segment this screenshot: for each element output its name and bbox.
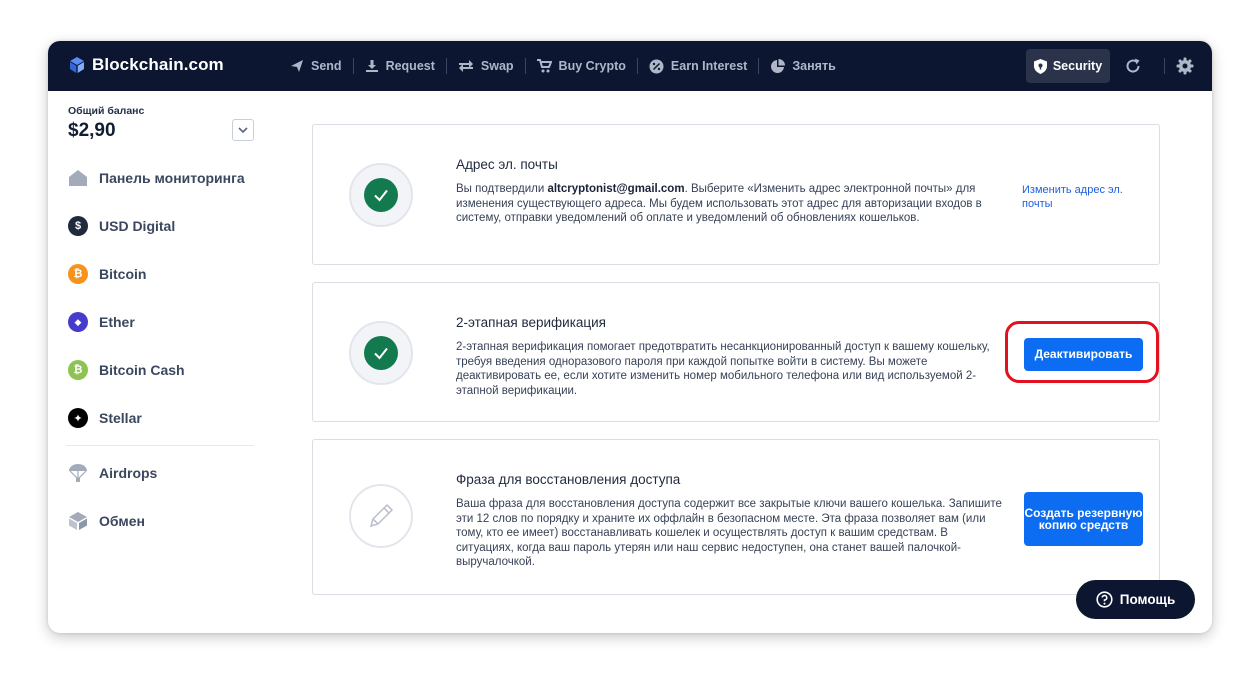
chevron-down-icon xyxy=(238,127,248,134)
twofa-verified-badge xyxy=(349,321,413,385)
sidebar-item-bitcoin[interactable]: ₿ Bitcoin xyxy=(68,264,146,284)
brand-name: Blockchain.com xyxy=(92,55,224,74)
nav-swap-label: Swap xyxy=(480,59,514,73)
nav-buy-crypto[interactable]: Buy Crypto xyxy=(526,56,637,76)
stellar-icon: ✦ xyxy=(68,408,88,428)
twofa-card-title: 2-этапная верификация xyxy=(456,315,606,330)
sidebar: Общий баланс $2,90 Панель мониторинга $ … xyxy=(48,91,268,633)
nav-send-label: Send xyxy=(311,59,342,73)
shield-icon xyxy=(1033,58,1047,74)
pencil-icon xyxy=(369,503,394,528)
sidebar-item-usd-digital[interactable]: $ USD Digital xyxy=(68,216,175,236)
parachute-icon xyxy=(69,464,87,482)
pie-chart-icon xyxy=(771,58,786,73)
nav-buy-crypto-label: Buy Crypto xyxy=(558,59,626,73)
security-button[interactable]: Security xyxy=(1026,49,1110,83)
nav-request-label: Request xyxy=(385,59,435,73)
usd-digital-icon: $ xyxy=(68,216,88,236)
sidebar-item-label: Обмен xyxy=(99,513,145,529)
nav-borrow[interactable]: Занять xyxy=(759,56,846,76)
help-circle-icon xyxy=(1096,591,1113,608)
email-card: Адрес эл. почты Вы подтвердили altcrypto… xyxy=(312,124,1160,265)
email-card-text: Вы подтвердили altcryptonist@gmail.com. … xyxy=(456,182,1008,226)
twofa-card-text: 2-этапная верификация помогает предотвра… xyxy=(456,341,990,397)
percent-icon xyxy=(649,59,664,73)
gear-icon[interactable] xyxy=(1176,57,1194,75)
nav-borrow-label: Занять xyxy=(792,59,836,73)
sidebar-item-label: Airdrops xyxy=(99,465,158,481)
sidebar-item-label: Bitcoin xyxy=(99,266,147,282)
recovery-phrase-card: Фраза для восстановления доступа Ваша фр… xyxy=(312,439,1160,595)
recovery-card-text: Ваша фраза для восстановления доступа со… xyxy=(456,498,1002,568)
sidebar-item-dashboard[interactable]: Панель мониторинга xyxy=(68,168,245,188)
bitcoin-icon: ₿ xyxy=(68,264,88,284)
nav-earn-interest[interactable]: Earn Interest xyxy=(638,56,758,76)
sidebar-item-label: USD Digital xyxy=(99,218,176,234)
send-icon xyxy=(291,60,303,72)
main-nav: Send Request Swap Buy Crypto Earn Intere… xyxy=(279,41,847,91)
sidebar-item-airdrops[interactable]: Airdrops xyxy=(68,463,157,483)
highlight-annotation xyxy=(1005,321,1159,383)
checkmark-icon xyxy=(374,347,388,360)
security-label: Security xyxy=(1052,59,1103,73)
user-email: altcryptonist@gmail.com xyxy=(547,183,685,195)
email-text-prefix: Вы подтвердили xyxy=(456,183,548,195)
ether-icon: ◆ xyxy=(68,312,88,332)
app-window: Blockchain.com Send Request Swap Buy Cry… xyxy=(48,41,1212,633)
email-verified-badge xyxy=(349,163,413,227)
sidebar-item-label: Bitcoin Cash xyxy=(99,362,185,378)
balance-label: Общий баланс xyxy=(68,105,145,117)
backup-funds-button[interactable]: Создать резервную копию средств xyxy=(1024,492,1143,546)
nav-send[interactable]: Send xyxy=(279,56,353,76)
topbar-divider xyxy=(1164,58,1165,74)
checkmark-icon xyxy=(374,189,388,202)
sidebar-divider xyxy=(66,445,254,446)
change-email-link[interactable]: Изменить адрес эл. почты xyxy=(1022,183,1142,211)
balance-dropdown-button[interactable] xyxy=(232,119,254,141)
nav-request[interactable]: Request xyxy=(354,56,446,76)
sidebar-item-label: Панель мониторинга xyxy=(99,170,245,186)
sidebar-item-label: Stellar xyxy=(99,410,142,426)
cart-icon xyxy=(536,59,552,73)
sidebar-item-label: Ether xyxy=(99,314,135,330)
top-navigation-bar: Blockchain.com Send Request Swap Buy Cry… xyxy=(48,41,1212,91)
sidebar-item-bitcoin-cash[interactable]: ₿ Bitcoin Cash xyxy=(68,360,185,380)
bitcoin-cash-icon: ₿ xyxy=(68,360,88,380)
refresh-icon[interactable] xyxy=(1124,57,1142,75)
recovery-phrase-badge xyxy=(349,484,413,548)
home-icon xyxy=(69,170,87,186)
email-card-title: Адрес эл. почты xyxy=(456,157,558,172)
help-label: Помощь xyxy=(1119,592,1176,607)
sidebar-item-stellar[interactable]: ✦ Stellar xyxy=(68,408,142,428)
blockchain-logo-icon xyxy=(70,57,84,73)
download-icon xyxy=(365,60,378,72)
brand-logo[interactable]: Blockchain.com xyxy=(68,55,224,75)
nav-earn-interest-label: Earn Interest xyxy=(670,59,748,73)
sidebar-item-exchange[interactable]: Обмен xyxy=(68,511,145,531)
recovery-card-title: Фраза для восстановления доступа xyxy=(456,472,681,487)
sidebar-item-ether[interactable]: ◆ Ether xyxy=(68,312,135,332)
nav-swap[interactable]: Swap xyxy=(447,56,525,76)
exchange-icon xyxy=(69,512,87,530)
swap-arrows-icon xyxy=(458,60,473,72)
balance-value: $2,90 xyxy=(68,120,116,141)
help-button[interactable]: Помощь xyxy=(1076,580,1195,619)
